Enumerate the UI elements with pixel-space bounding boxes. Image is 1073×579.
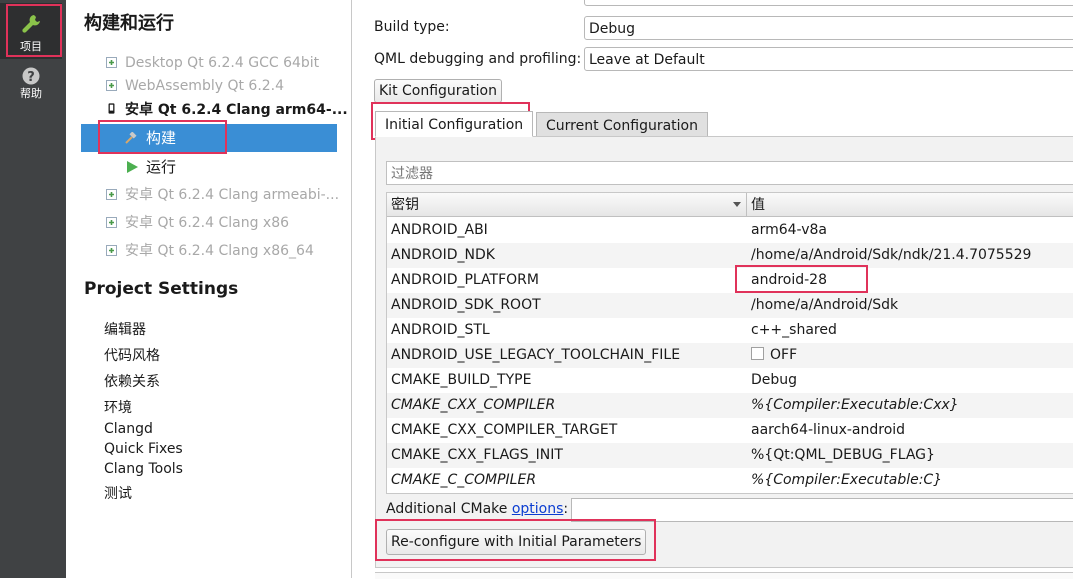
kit-label: 安卓 Qt 6.2.4 Clang arm64-... bbox=[125, 102, 348, 118]
project-settings-title: Project Settings bbox=[84, 279, 239, 299]
column-header-key[interactable]: 密钥 bbox=[387, 193, 747, 217]
row-value[interactable]: %{Compiler:Executable:Cxx} bbox=[751, 393, 959, 418]
filter-input[interactable]: 过滤器 bbox=[386, 161, 1073, 185]
table-row[interactable]: CMAKE_CXX_COMPILER %{Compiler:Executable:… bbox=[387, 393, 1073, 418]
off-checkbox[interactable] bbox=[751, 347, 764, 360]
column-header-value[interactable]: 值 bbox=[747, 193, 1073, 217]
wrench-icon bbox=[22, 15, 40, 33]
settings-item-code-style[interactable]: 代码风格 bbox=[104, 345, 160, 365]
additional-cmake-options-input[interactable] bbox=[571, 498, 1073, 522]
qml-debugging-label: QML debugging and profiling: bbox=[374, 51, 582, 67]
reconfigure-button[interactable]: Re-configure with Initial Parameters bbox=[386, 529, 647, 555]
kit-label: 安卓 Qt 6.2.4 Clang x86 bbox=[125, 215, 290, 231]
add-kit-icon bbox=[106, 57, 117, 68]
mode-help-label: 帮助 bbox=[20, 87, 42, 100]
settings-item-editor[interactable]: 编辑器 bbox=[104, 319, 146, 339]
svg-text:?: ? bbox=[27, 70, 35, 85]
table-row[interactable]: ANDROID_NDK/home/a/Android/Sdk/ndk/21.4.… bbox=[387, 243, 1073, 268]
row-key: CMAKE_CXX_COMPILER bbox=[391, 397, 556, 413]
project-navigation-panel: 构建和运行 Desktop Qt 6.2.4 GCC 64bit WebAsse… bbox=[66, 0, 352, 578]
row-key: ANDROID_USE_LEGACY_TOOLCHAIN_FILE bbox=[391, 347, 681, 363]
sort-indicator-icon bbox=[733, 202, 741, 207]
add-kit-icon bbox=[106, 189, 117, 200]
settings-item-clang-tools[interactable]: Clang Tools bbox=[104, 461, 183, 477]
row-key: ANDROID_ABI bbox=[391, 222, 488, 238]
settings-item-quick-fixes[interactable]: Quick Fixes bbox=[104, 441, 183, 457]
additional-label-colon: : bbox=[563, 501, 569, 517]
row-value[interactable]: aarch64-linux-android bbox=[751, 418, 905, 443]
mode-bar: 项目 ? 帮助 bbox=[0, 0, 66, 578]
mode-help-button[interactable]: ? 帮助 bbox=[0, 62, 62, 118]
settings-item-dependencies[interactable]: 依赖关系 bbox=[104, 371, 160, 391]
additional-cmake-options-label: Additional CMake options: bbox=[386, 501, 568, 517]
run-icon bbox=[127, 161, 138, 173]
add-kit-icon bbox=[106, 80, 117, 91]
qml-debugging-select[interactable]: Leave at Default bbox=[584, 47, 1073, 71]
mode-projects-button[interactable]: 项目 bbox=[0, 3, 62, 59]
table-row[interactable]: ANDROID_ABI arm64-v8a bbox=[387, 218, 1073, 243]
tab-initial-configuration[interactable]: Initial Configuration bbox=[375, 111, 534, 137]
kit-label: 安卓 Qt 6.2.4 Clang armeabi-... bbox=[125, 187, 340, 203]
kit-configuration-button[interactable]: Kit Configuration bbox=[374, 79, 502, 103]
table-row[interactable]: CMAKE_C_COMPILER %{Compiler:Executable:C} bbox=[387, 468, 1073, 493]
row-key: ANDROID_PLATFORM bbox=[391, 272, 539, 288]
row-value[interactable]: /home/a/Android/Sdk/ndk/21.4.7075529 bbox=[751, 243, 1031, 268]
row-value[interactable]: android-28 bbox=[751, 268, 827, 293]
build-settings-area: Build type: Debug QML debugging and prof… bbox=[352, 0, 1073, 579]
row-key: ANDROID_STL bbox=[391, 322, 490, 338]
column-header-key-label: 密钥 bbox=[391, 197, 419, 213]
row-key: ANDROID_SDK_ROOT bbox=[391, 297, 541, 313]
row-value[interactable]: Debug bbox=[751, 368, 797, 393]
row-value[interactable]: /home/a/Android/Sdk bbox=[751, 293, 898, 318]
settings-item-environment[interactable]: 环境 bbox=[104, 397, 132, 417]
row-value-toggle[interactable]: OFF bbox=[751, 343, 797, 368]
build-label: 构建 bbox=[146, 129, 177, 147]
row-value[interactable]: %{Compiler:Executable:C} bbox=[751, 468, 942, 493]
table-row[interactable]: CMAKE_CXX_COMPILER_TARGET aarch64-linux-a… bbox=[387, 418, 1073, 443]
device-icon bbox=[108, 103, 115, 114]
table-row[interactable]: CMAKE_CXX_FLAGS_INIT %{Qt:QML_DEBUG_FLAG} bbox=[387, 443, 1073, 468]
add-kit-icon bbox=[106, 217, 117, 228]
settings-item-testing[interactable]: 测试 bbox=[104, 483, 132, 503]
table-row[interactable]: ANDROID_STL c++_shared bbox=[387, 318, 1073, 343]
build-type-label: Build type: bbox=[374, 19, 450, 35]
question-icon: ? bbox=[22, 67, 40, 85]
add-kit-icon bbox=[106, 245, 117, 256]
hammer-icon bbox=[125, 132, 137, 144]
row-key: CMAKE_C_COMPILER bbox=[391, 472, 537, 488]
cmake-variables-table: 密钥 值 ANDROID_ABI arm64-v8a ANDROID_NDK/ho… bbox=[386, 192, 1073, 494]
options-link[interactable]: options bbox=[512, 501, 564, 517]
row-key: CMAKE_CXX_COMPILER_TARGET bbox=[391, 422, 618, 438]
run-label: 运行 bbox=[146, 158, 177, 176]
table-row[interactable]: ANDROID_PLATFORM android-28 bbox=[387, 268, 1073, 293]
kit-label: Desktop Qt 6.2.4 GCC 64bit bbox=[125, 55, 320, 71]
kit-label: WebAssembly Qt 6.2.4 bbox=[125, 78, 285, 94]
tab-current-configuration[interactable]: Current Configuration bbox=[536, 112, 708, 137]
table-row[interactable]: CMAKE_BUILD_TYPE Debug bbox=[387, 368, 1073, 393]
row-value: OFF bbox=[770, 347, 798, 363]
table-row[interactable]: ANDROID_USE_LEGACY_TOOLCHAIN_FILE OFF bbox=[387, 343, 1073, 368]
build-item-selected[interactable] bbox=[81, 124, 337, 152]
table-row[interactable]: ANDROID_SDK_ROOT/home/a/Android/Sdk bbox=[387, 293, 1073, 318]
row-key: ANDROID_NDK bbox=[391, 247, 495, 263]
row-key: CMAKE_BUILD_TYPE bbox=[391, 372, 532, 388]
kit-label: 安卓 Qt 6.2.4 Clang x86_64 bbox=[125, 243, 314, 259]
build-directory-field[interactable] bbox=[584, 0, 1073, 6]
additional-label-text: Additional CMake bbox=[386, 501, 512, 517]
row-key: CMAKE_CXX_FLAGS_INIT bbox=[391, 447, 563, 463]
row-value[interactable]: arm64-v8a bbox=[751, 218, 827, 243]
settings-item-clangd[interactable]: Clangd bbox=[104, 421, 153, 437]
row-value[interactable]: %{Qt:QML_DEBUG_FLAG} bbox=[751, 443, 935, 468]
build-run-title: 构建和运行 bbox=[84, 13, 174, 34]
mode-projects-label: 项目 bbox=[20, 40, 42, 53]
build-type-field[interactable]: Debug bbox=[584, 16, 1073, 40]
row-value[interactable]: c++_shared bbox=[751, 318, 837, 343]
